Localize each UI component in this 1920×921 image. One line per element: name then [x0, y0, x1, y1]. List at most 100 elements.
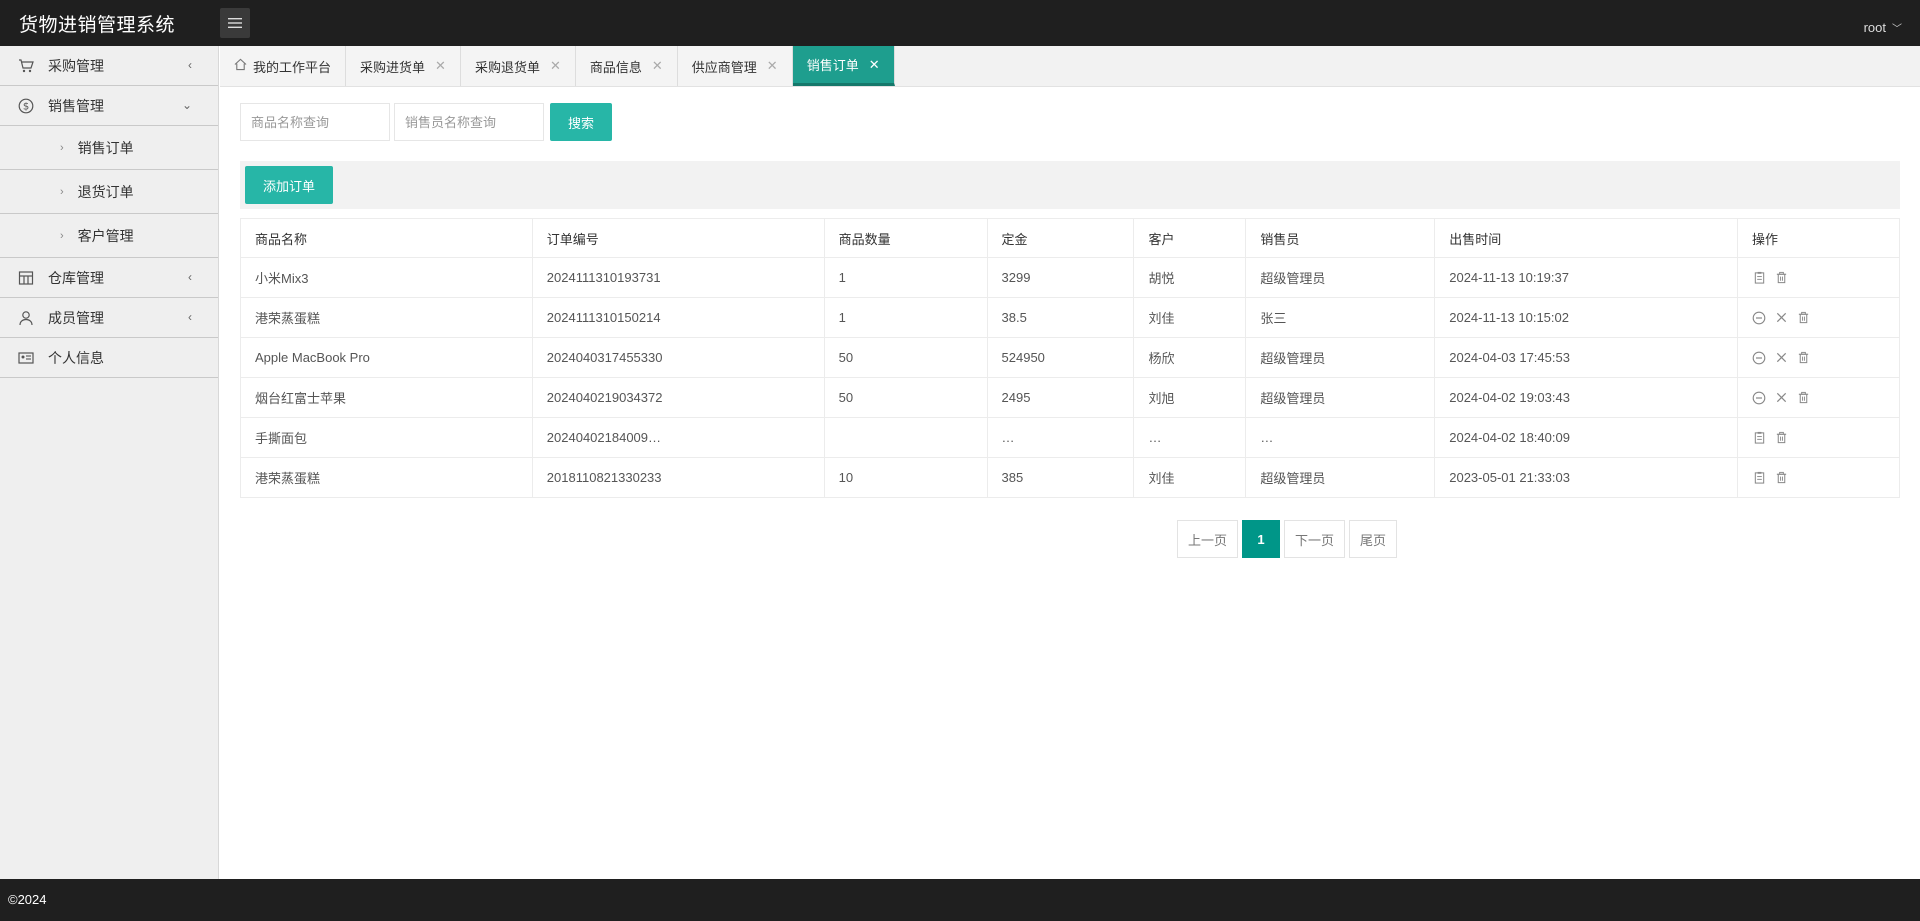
svg-text:$: $: [23, 101, 29, 112]
app-title: 货物进销管理系统: [19, 15, 176, 36]
close-icon[interactable]: ✕: [652, 58, 663, 74]
table-cell: 2024111310193731: [531, 257, 825, 298]
tab-purchase-in[interactable]: 采购进货单 ✕: [346, 46, 461, 86]
minus-circle-icon[interactable]: [1752, 391, 1766, 405]
table-row: 港荣蒸蛋糕 2024111310150214 1 38.5 刘佳 张三 2024-11-13…: [240, 297, 1900, 338]
row-actions: [1737, 297, 1900, 338]
table-cell: 超级管理员: [1245, 257, 1436, 298]
table-cell: 2024-04-02 19:03:43: [1434, 377, 1739, 418]
table-cell: [823, 417, 988, 458]
sidebar-item-label: 个人信息: [48, 349, 104, 366]
table-cell: 超级管理员: [1245, 457, 1436, 498]
table-cell: 2024111310150214: [531, 297, 825, 338]
table-cell: 港荣蒸蛋糕: [240, 297, 533, 338]
close-icon[interactable]: [1774, 311, 1788, 325]
sidebar-item-warehouse[interactable]: 仓库管理 ‹: [0, 258, 218, 298]
chevron-left-icon: ‹: [188, 270, 192, 284]
user-icon: [18, 310, 34, 326]
next-page-button[interactable]: 下一页: [1284, 520, 1346, 558]
row-actions: [1737, 337, 1900, 378]
table-cell: …: [1133, 417, 1247, 458]
table-cell: Apple MacBook Pro: [240, 337, 533, 378]
table-cell: 胡悦: [1133, 257, 1247, 298]
table-cell: 385: [986, 457, 1135, 498]
column-header: 商品数量: [823, 218, 988, 258]
footer: ©2024: [0, 879, 1920, 921]
close-icon[interactable]: ✕: [869, 57, 880, 73]
clipboard-icon[interactable]: [1752, 471, 1766, 485]
last-page-button[interactable]: 尾页: [1349, 520, 1398, 558]
table-cell: 2024-11-13 10:15:02: [1434, 297, 1739, 338]
search-button[interactable]: 搜索: [550, 103, 613, 141]
tab-label: 采购进货单: [360, 59, 426, 75]
table-cell: 2024-04-02 18:40:09: [1434, 417, 1739, 458]
column-header: 出售时间: [1434, 218, 1739, 258]
trash-icon[interactable]: [1774, 431, 1788, 445]
sidebar-item-label: 采购管理: [48, 57, 104, 74]
sidebar-item-label: 仓库管理: [48, 269, 104, 286]
table-row: 小米Mix3 2024111310193731 1 3299 胡悦 超级管理员 2024-1…: [240, 257, 1900, 298]
row-actions: [1737, 257, 1900, 298]
sidebar-subitem-sales-orders[interactable]: › 销售订单: [0, 126, 218, 170]
table-cell: …: [1245, 417, 1436, 458]
user-menu[interactable]: root ﹀: [1864, 20, 1902, 35]
tab-label: 商品信息: [589, 59, 642, 75]
table-row: 烟台红富士苹果 2024040219034372 50 2495 刘旭 超级管理员 2024…: [240, 377, 1900, 418]
table-cell: 手撕面包: [240, 417, 533, 458]
close-icon[interactable]: [1774, 351, 1788, 365]
column-header: 定金: [986, 218, 1135, 258]
minus-circle-icon[interactable]: [1752, 311, 1766, 325]
tab-sales-orders[interactable]: 销售订单 ✕: [792, 46, 895, 86]
tab-suppliers[interactable]: 供应商管理 ✕: [677, 46, 793, 86]
product-name-search-input[interactable]: [240, 103, 390, 141]
sidebar-item-purchase[interactable]: 采购管理 ‹: [0, 46, 218, 86]
trash-icon[interactable]: [1774, 271, 1788, 285]
trash-icon[interactable]: [1796, 311, 1810, 325]
table-cell: 1: [823, 297, 988, 338]
table-cell: 烟台红富士苹果: [240, 377, 533, 418]
close-icon[interactable]: ✕: [767, 58, 778, 74]
column-header: 销售员: [1245, 218, 1436, 258]
close-icon[interactable]: [1774, 391, 1788, 405]
close-icon[interactable]: ✕: [435, 58, 446, 74]
tab-dashboard[interactable]: 我的工作平台: [220, 46, 347, 86]
sidebar-item-sales[interactable]: $ 销售管理 ⌄: [0, 86, 218, 126]
chevron-left-icon: ‹: [188, 58, 192, 72]
table-cell: 2495: [986, 377, 1135, 418]
table-row: 手撕面包 20240402184009………… 2024-04-02 18:40:0…: [240, 417, 1900, 458]
prev-page-button[interactable]: 上一页: [1177, 520, 1239, 558]
table-cell: 刘旭: [1133, 377, 1247, 418]
sidebar-subitem-label: 销售订单: [77, 139, 134, 156]
chevron-down-icon: ﹀: [1892, 24, 1902, 35]
trash-icon[interactable]: [1774, 471, 1788, 485]
tab-purchase-return[interactable]: 采购退货单 ✕: [460, 46, 576, 86]
row-actions: [1737, 377, 1900, 418]
sidebar-item-members[interactable]: 成员管理 ‹: [0, 298, 218, 338]
chevron-right-icon: ›: [60, 185, 64, 198]
table-cell: 20240402184009…: [531, 417, 825, 458]
seller-name-search-input[interactable]: [394, 103, 544, 141]
tab-label: 采购退货单: [474, 59, 540, 75]
clipboard-icon[interactable]: [1752, 271, 1766, 285]
table-cell: 38.5: [986, 297, 1135, 338]
sidebar-subitem-customers[interactable]: › 客户管理: [0, 214, 218, 258]
table-cell: 1: [823, 257, 988, 298]
id-card-icon: [18, 350, 34, 366]
clipboard-icon[interactable]: [1752, 431, 1766, 445]
sidebar-item-profile[interactable]: 个人信息: [0, 338, 218, 378]
table-row: Apple MacBook Pro 2024040317455330 50 52495…: [240, 337, 1900, 378]
menu-toggle-button[interactable]: [220, 8, 250, 38]
current-page-button[interactable]: 1: [1242, 520, 1281, 558]
tab-products[interactable]: 商品信息 ✕: [575, 46, 678, 86]
dollar-icon: $: [18, 98, 34, 114]
trash-icon[interactable]: [1796, 351, 1810, 365]
add-order-button[interactable]: 添加订单: [245, 166, 334, 204]
column-header: 商品名称: [240, 218, 533, 258]
sidebar-subitem-return-orders[interactable]: › 退货订单: [0, 170, 218, 214]
close-icon[interactable]: ✕: [550, 58, 561, 74]
table-cell: 50: [823, 337, 988, 378]
copyright-text: ©2024: [8, 892, 47, 907]
row-actions: [1737, 417, 1900, 458]
minus-circle-icon[interactable]: [1752, 351, 1766, 365]
trash-icon[interactable]: [1796, 391, 1810, 405]
